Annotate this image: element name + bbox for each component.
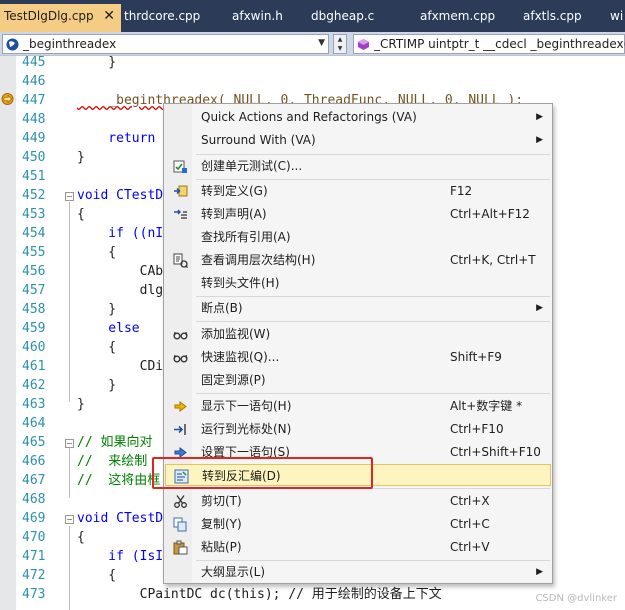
watermark: CSDN @dvlinker: [535, 593, 617, 604]
chevron-right-icon: ▶: [536, 303, 543, 313]
fold-toggle[interactable]: −: [65, 515, 74, 524]
close-icon[interactable]: ✕: [103, 4, 115, 29]
menu-item-quick-actions[interactable]: Quick Actions and Refactorings (VA) ▶: [165, 106, 551, 128]
menu-item-go-to-definition[interactable]: 转到定义(G) F12: [165, 180, 551, 202]
glasses-icon: [173, 354, 188, 363]
tab-afxmem-cpp[interactable]: afxmem.cpp: [420, 6, 495, 26]
tab-afxtls-cpp[interactable]: afxtls.cpp: [523, 6, 582, 26]
tab-thrdcore-cpp[interactable]: thrdcore.cpp: [124, 6, 200, 26]
menu-item-go-to-declaration[interactable]: 转到声明(A) Ctrl+Alt+F12: [165, 203, 551, 225]
menu-item-surround-with[interactable]: Surround With (VA) ▶: [165, 129, 551, 151]
chevron-down-icon: ▼: [318, 38, 325, 48]
member-value: _CRTIMP uintptr_t __cdecl _beginthreadex…: [374, 37, 625, 51]
scissors-icon: [174, 495, 187, 508]
member-dropdown[interactable]: _CRTIMP uintptr_t __cdecl _beginthreadex…: [353, 34, 625, 54]
go-to-declaration-icon: [174, 209, 187, 219]
menu-item-pin-to-source[interactable]: 固定到源(P): [165, 369, 551, 391]
document-tab-strip: TestDlgDlg.cpp ✕ thrdcore.cpp afxwin.h d…: [0, 0, 625, 32]
annotation-highlight-box: [152, 457, 373, 489]
menu-item-breakpoint[interactable]: 断点(B) ▶: [165, 297, 551, 319]
fold-toggle[interactable]: −: [65, 192, 74, 201]
method-icon: [358, 39, 369, 50]
tab-overflow[interactable]: wi: [610, 6, 623, 26]
fold-guide: [69, 526, 70, 610]
chevron-right-icon: ▶: [536, 567, 543, 577]
menu-item-outlining[interactable]: 大纲显示(L) ▶: [165, 561, 551, 583]
chevron-right-icon: ▶: [536, 112, 543, 122]
tab-label: TestDlgDlg.cpp: [4, 9, 94, 23]
menu-item-cut[interactable]: 剪切(T) Ctrl+X: [165, 490, 551, 512]
indicator-margin[interactable]: [0, 56, 16, 610]
menu-item-paste[interactable]: 粘贴(P) Ctrl+V: [165, 536, 551, 558]
menu-separator: [196, 321, 550, 322]
glasses-icon: [173, 331, 188, 340]
scope-value: _beginthreadex: [23, 37, 117, 51]
fold-toggle[interactable]: −: [65, 439, 74, 448]
globe-icon: [6, 38, 19, 51]
chevron-right-icon: ▶: [536, 135, 543, 145]
menu-item-copy[interactable]: 复制(Y) Ctrl+C: [165, 513, 551, 535]
menu-item-view-call-hierarchy[interactable]: 查看调用层次结构(H) Ctrl+K, Ctrl+T: [165, 249, 551, 271]
show-next-statement-icon: [174, 401, 187, 412]
scope-dropdown[interactable]: _beginthreadex ▼: [2, 34, 329, 54]
menu-item-find-all-references[interactable]: 查找所有引用(A): [165, 226, 551, 248]
split-button[interactable]: ▲ ▼: [333, 34, 347, 54]
current-statement-arrow-icon: [1, 93, 14, 105]
unit-test-icon: [173, 160, 187, 173]
menu-item-show-next-statement[interactable]: 显示下一语句(H) Alt+数字键 *: [165, 395, 551, 417]
menu-item-go-to-header[interactable]: 转到头文件(H): [165, 272, 551, 294]
tab-dbgheap-c[interactable]: dbgheap.c: [311, 6, 374, 26]
fold-guide: [69, 202, 70, 402]
copy-icon: [173, 517, 187, 532]
menu-item-quick-watch[interactable]: 快速监视(Q)... Shift+F9: [165, 346, 551, 368]
tab-afxwin-h[interactable]: afxwin.h: [232, 6, 283, 26]
paste-icon: [173, 540, 188, 555]
call-hierarchy-icon: [173, 253, 188, 268]
menu-item-create-unit-tests[interactable]: 创建单元测试(C)...: [165, 155, 551, 177]
run-to-cursor-icon: [174, 424, 186, 435]
fold-guide: [69, 440, 70, 498]
menu-item-add-watch[interactable]: 添加监视(W): [165, 323, 551, 345]
menu-separator: [196, 393, 550, 394]
go-to-definition-icon: [174, 185, 188, 197]
menu-item-run-to-cursor[interactable]: 运行到光标处(N) Ctrl+F10: [165, 418, 551, 440]
editor-context-menu: Quick Actions and Refactorings (VA) ▶ Sur…: [163, 103, 553, 584]
tab-testdlgdlg-cpp[interactable]: TestDlgDlg.cpp ✕: [0, 4, 121, 32]
